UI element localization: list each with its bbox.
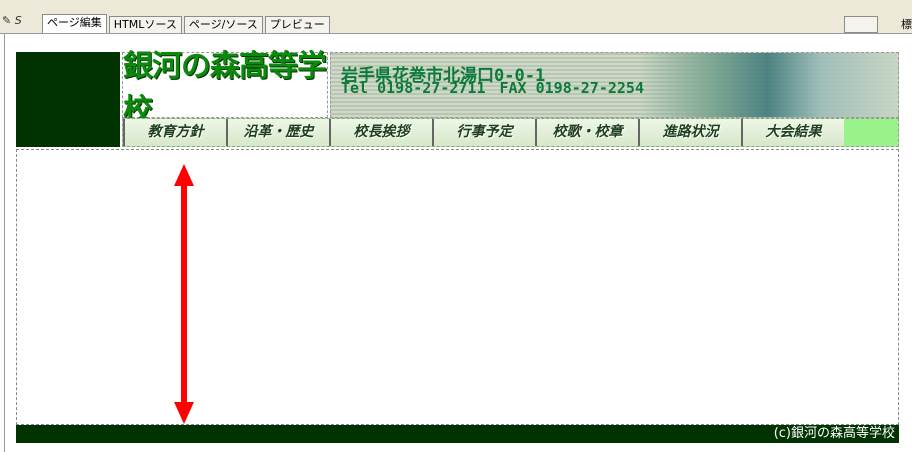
tel-text: Tel 0198-27-2711 <box>341 79 486 97</box>
tab-preview[interactable]: プレビュー <box>264 16 330 33</box>
tab-page-edit[interactable]: ページ編集 <box>42 14 107 33</box>
school-name: 銀河の森高等学校 <box>123 49 327 128</box>
footer-bar: (c)銀河の森高等学校 <box>16 425 899 443</box>
resize-arrow-icon <box>174 164 194 424</box>
editor-tabs: ページ編集 HTMLソース ページ/ソース プレビュー <box>42 14 332 33</box>
page-canvas: 銀河の森高等学校 岩手県花巻市北湯口0-0-1 Tel 0198-27-2711… <box>16 49 899 443</box>
banner-photo <box>638 53 898 117</box>
editor-tab-bar: ✎ S ページ編集 HTMLソース ページ/ソース プレビュー 標 <box>0 0 912 34</box>
content-area[interactable] <box>16 149 899 425</box>
nav-item-song-emblem[interactable]: 校歌・校章 <box>535 119 638 146</box>
nav-menu: 教育方針 沿革・歴史 校長挨拶 行事予定 校歌・校章 進路状況 大会結果 <box>123 119 844 146</box>
nav-item-career[interactable]: 進路状況 <box>638 119 741 146</box>
tab-html-source[interactable]: HTMLソース <box>108 16 182 33</box>
tab-page-source[interactable]: ページ/ソース <box>183 16 263 33</box>
edit-mode-icon[interactable]: ✎ S <box>2 14 22 27</box>
header-left-block <box>16 52 120 147</box>
nav-bar: 教育方針 沿革・歴史 校長挨拶 行事予定 校歌・校章 進路状況 大会結果 <box>122 118 899 147</box>
standard-label: 標 <box>901 18 912 31</box>
school-logo-title[interactable]: 銀河の森高等学校 <box>122 49 328 128</box>
header-banner[interactable]: 岩手県花巻市北湯口0-0-1 Tel 0198-27-2711 FAX 0198-… <box>330 52 899 118</box>
nav-item-results[interactable]: 大会結果 <box>741 119 844 146</box>
fax-text: FAX 0198-27-2254 <box>499 79 645 97</box>
nav-item-history[interactable]: 沿革・歴史 <box>226 119 329 146</box>
contact-text: Tel 0198-27-2711 FAX 0198-27-2254 <box>341 79 644 97</box>
ruler-line <box>4 34 5 452</box>
style-select-box[interactable] <box>844 16 878 33</box>
nav-item-principal[interactable]: 校長挨拶 <box>329 119 432 146</box>
nav-item-policy[interactable]: 教育方針 <box>123 119 226 146</box>
nav-item-events[interactable]: 行事予定 <box>432 119 535 146</box>
copyright-text: (c)銀河の森高等学校 <box>773 426 895 441</box>
